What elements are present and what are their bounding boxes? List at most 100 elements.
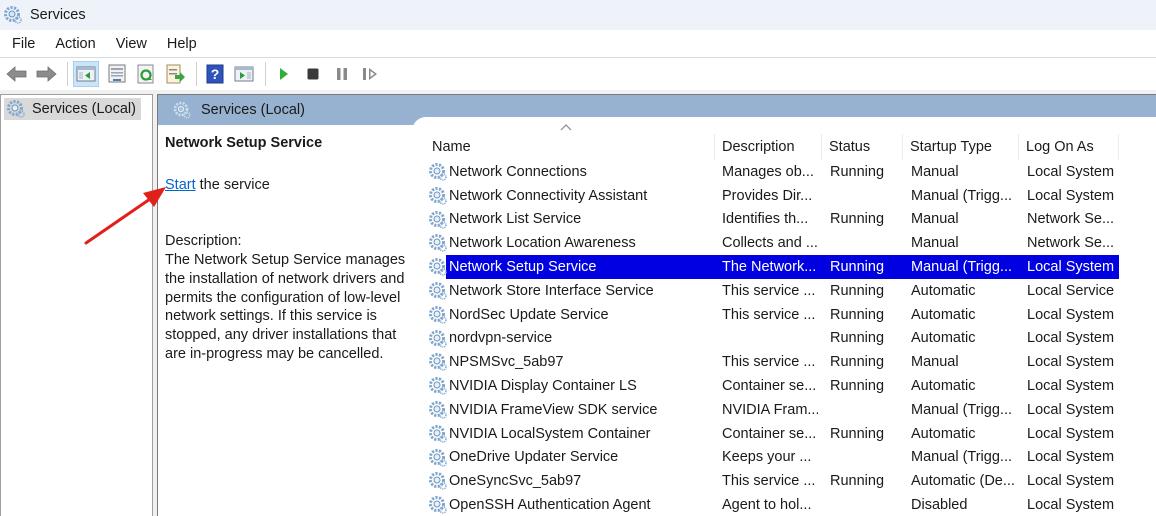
- service-log-on-as: Local System: [1027, 306, 1115, 323]
- main-pane: Services (Local) Network Setup Service S…: [157, 94, 1156, 516]
- service-log-on-as: Local System: [1027, 473, 1115, 490]
- service-log-on-as: Local System: [1027, 163, 1115, 180]
- service-status: [830, 446, 902, 470]
- menu-view[interactable]: View: [116, 36, 147, 52]
- toolbar-separator: [67, 62, 68, 86]
- properties-icon: [108, 64, 126, 83]
- menu-help[interactable]: Help: [167, 36, 197, 52]
- description-label: Description:: [165, 233, 242, 249]
- service-row[interactable]: NordSec Update Service This service ... Ru…: [412, 303, 1119, 327]
- service-row[interactable]: OpenSSH Authentication Agent Agent to hol…: [412, 493, 1119, 516]
- service-description-cell: Provides Dir...: [722, 187, 813, 204]
- gear-icon: [7, 100, 25, 118]
- service-status: [830, 398, 902, 422]
- service-startup-type: Manual: [911, 163, 959, 180]
- service-row[interactable]: Network Setup Service The Network... Runni…: [429, 255, 1119, 279]
- help-button[interactable]: ?: [202, 61, 228, 87]
- toolbar-separator: [196, 62, 197, 86]
- pause-service-button[interactable]: [329, 61, 355, 87]
- service-status: [830, 493, 902, 516]
- refresh-button[interactable]: [133, 61, 159, 87]
- service-row[interactable]: OneSyncSvc_5ab97 This service ... Running A…: [412, 469, 1119, 493]
- service-row[interactable]: OneDrive Updater Service Keeps your ... Ma…: [412, 446, 1119, 470]
- service-name: NVIDIA LocalSystem Container: [449, 425, 651, 442]
- service-name: OneSyncSvc_5ab97: [449, 473, 582, 490]
- service-gear-icon: [429, 282, 447, 300]
- toolbar-separator: [265, 62, 266, 86]
- menu-file[interactable]: File: [12, 36, 35, 52]
- service-name: Network Connectivity Assistant: [449, 187, 648, 204]
- service-description-cell: [722, 327, 818, 351]
- service-gear-icon: [429, 424, 447, 443]
- service-log-on-as: Network Se...: [1027, 211, 1115, 228]
- show-action-pane-button[interactable]: [231, 61, 257, 87]
- service-row[interactable]: NVIDIA FrameView SDK service NVIDIA Fram.…: [412, 398, 1119, 422]
- column-header-log-on-as[interactable]: Log On As: [1018, 134, 1119, 160]
- service-startup-type: Disabled: [911, 497, 968, 514]
- column-header-description[interactable]: Description: [714, 134, 822, 160]
- forward-button[interactable]: [33, 61, 59, 87]
- tree-item-services-local[interactable]: Services (Local): [4, 98, 141, 120]
- start-service-link[interactable]: Start: [165, 177, 196, 193]
- service-description-cell: Container se...: [722, 425, 817, 442]
- back-button[interactable]: [4, 61, 30, 87]
- service-row[interactable]: nordvpn-service Running Automatic Local Sys…: [412, 327, 1119, 351]
- service-gear-icon: [429, 258, 447, 276]
- service-description: The Network Setup Service manages the in…: [165, 252, 406, 362]
- service-description-cell: Collects and ...: [722, 235, 818, 252]
- service-status: Running: [830, 282, 885, 299]
- service-status: Running: [830, 163, 885, 180]
- service-row[interactable]: Network Connectivity Assistant Provides D…: [412, 184, 1119, 208]
- service-gear-icon: [429, 448, 447, 467]
- service-log-on-as: Local System: [1027, 497, 1115, 514]
- service-row[interactable]: Network List Service Identifies th... Runn…: [412, 208, 1119, 232]
- gear-icon: [173, 101, 191, 119]
- export-list-button[interactable]: [162, 61, 188, 87]
- service-status: Running: [830, 425, 885, 442]
- service-startup-type: Manual (Trigg...: [911, 449, 1012, 466]
- service-row[interactable]: NPSMSvc_5ab97 This service ... Running Manu…: [412, 350, 1119, 374]
- service-row[interactable]: Network Store Interface Service This serv…: [412, 279, 1119, 303]
- service-log-on-as: Network Se...: [1027, 235, 1115, 252]
- restart-service-button[interactable]: [358, 61, 384, 87]
- properties-button[interactable]: [104, 61, 130, 87]
- play-icon: [280, 68, 288, 80]
- service-name: OpenSSH Authentication Agent: [449, 497, 651, 514]
- action-pane-icon: [234, 66, 254, 82]
- console-tree-icon: [76, 66, 96, 82]
- service-startup-type: Automatic: [911, 425, 976, 442]
- list-header: Name Description Status Startup Type Log…: [412, 117, 1156, 161]
- service-status: Running: [830, 354, 885, 371]
- column-header-startup-type[interactable]: Startup Type: [902, 134, 1019, 160]
- service-description-cell: This service ...: [722, 306, 816, 323]
- restart-icon: [363, 68, 377, 80]
- service-row[interactable]: Network Location Awareness Collects and .…: [412, 231, 1119, 255]
- service-description-cell: Container se...: [722, 378, 817, 395]
- arrow-left-icon: [6, 66, 27, 82]
- start-service-line: Start the service: [165, 177, 270, 193]
- start-service-suffix: the service: [195, 177, 270, 193]
- start-service-button[interactable]: [271, 61, 297, 87]
- service-row[interactable]: NVIDIA Display Container LS Container se.…: [412, 374, 1119, 398]
- service-description-cell: Manages ob...: [722, 163, 814, 180]
- column-header-status[interactable]: Status: [821, 134, 903, 160]
- sort-ascending-icon: [560, 124, 572, 131]
- show-hide-console-tree-button[interactable]: [73, 61, 99, 87]
- service-name: Network Setup Service: [449, 259, 597, 276]
- stop-service-button[interactable]: [300, 61, 326, 87]
- service-startup-type: Automatic (De...: [911, 473, 1015, 490]
- pause-icon: [337, 68, 347, 80]
- service-startup-type: Manual (Trigg...: [911, 187, 1012, 204]
- service-gear-icon: [429, 472, 447, 491]
- service-status: Running: [830, 330, 885, 347]
- column-header-name[interactable]: Name: [424, 134, 715, 160]
- console-tree: Services (Local): [0, 94, 153, 516]
- service-log-on-as: Local System: [1027, 425, 1115, 442]
- menu-action[interactable]: Action: [55, 36, 95, 52]
- service-log-on-as: Local System: [1027, 401, 1115, 418]
- service-row[interactable]: NVIDIA LocalSystem Container Container se…: [412, 422, 1119, 446]
- service-name: NVIDIA Display Container LS: [449, 378, 637, 395]
- service-startup-type: Automatic: [911, 330, 976, 347]
- service-row[interactable]: Network Connections Manages ob... Running M…: [412, 160, 1119, 184]
- service-log-on-as: Local System: [1027, 449, 1115, 466]
